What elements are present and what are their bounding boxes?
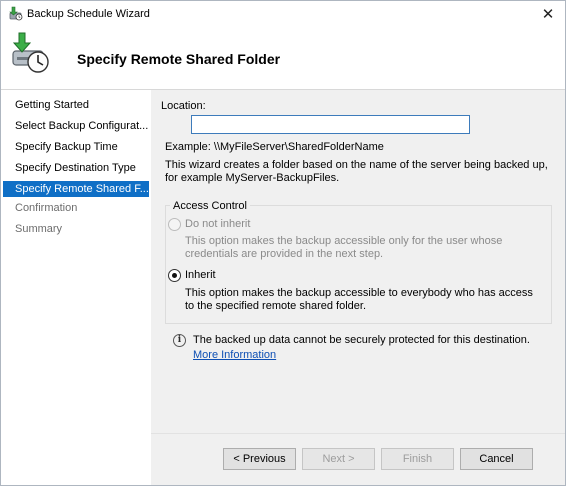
title-bar: Backup Schedule Wizard ✕: [1, 1, 565, 27]
sidebar-item-select-backup-configuration[interactable]: Select Backup Configurat...: [3, 118, 149, 134]
info-icon: i: [173, 334, 186, 347]
radio-selected-dot: [172, 273, 177, 278]
window-title: Backup Schedule Wizard: [27, 8, 150, 20]
access-control-legend: Access Control: [170, 200, 250, 212]
sidebar-item-specify-backup-time[interactable]: Specify Backup Time: [3, 139, 149, 155]
next-button: Next >: [302, 448, 375, 470]
sidebar-item-specify-destination-type[interactable]: Specify Destination Type: [3, 160, 149, 176]
sidebar-item-specify-remote-shared-folder[interactable]: Specify Remote Shared F...: [3, 181, 149, 197]
location-label: Location:: [161, 100, 206, 112]
wizard-description: This wizard creates a folder based on th…: [165, 159, 548, 184]
sidebar-item-getting-started[interactable]: Getting Started: [3, 97, 149, 113]
inherit-description: This option makes the backup accessible …: [185, 287, 533, 312]
close-button[interactable]: ✕: [537, 4, 559, 24]
inherit-label[interactable]: Inherit: [185, 269, 216, 281]
sidebar-item-confirmation: Confirmation: [15, 202, 78, 214]
cancel-button[interactable]: Cancel: [460, 448, 533, 470]
wizard-content: Location: Example: \\MyFileServer\Shared…: [151, 90, 565, 485]
backup-app-icon: [9, 6, 23, 21]
location-input[interactable]: [191, 115, 470, 134]
page-title: Specify Remote Shared Folder: [77, 51, 281, 67]
inherit-radio[interactable]: [168, 269, 181, 282]
wizard-header: Specify Remote Shared Folder: [1, 27, 565, 89]
backup-schedule-wizard-window: Backup Schedule Wizard ✕ Specify Remote …: [0, 0, 566, 486]
wizard-steps-sidebar: Getting Started Select Backup Configurat…: [1, 90, 151, 485]
do-not-inherit-radio: [168, 218, 181, 231]
close-icon: ✕: [541, 5, 555, 23]
do-not-inherit-label: Do not inherit: [185, 218, 251, 230]
more-information-link[interactable]: More Information: [193, 349, 276, 361]
do-not-inherit-description: This option makes the backup accessible …: [185, 235, 503, 260]
previous-button[interactable]: < Previous: [223, 448, 296, 470]
footer-divider: [151, 433, 565, 434]
finish-button: Finish: [381, 448, 454, 470]
sidebar-item-summary: Summary: [15, 223, 63, 235]
security-info-text: The backed up data cannot be securely pr…: [193, 334, 530, 346]
example-text: Example: \\MyFileServer\SharedFolderName: [165, 141, 384, 153]
backup-clock-icon: [12, 32, 49, 73]
